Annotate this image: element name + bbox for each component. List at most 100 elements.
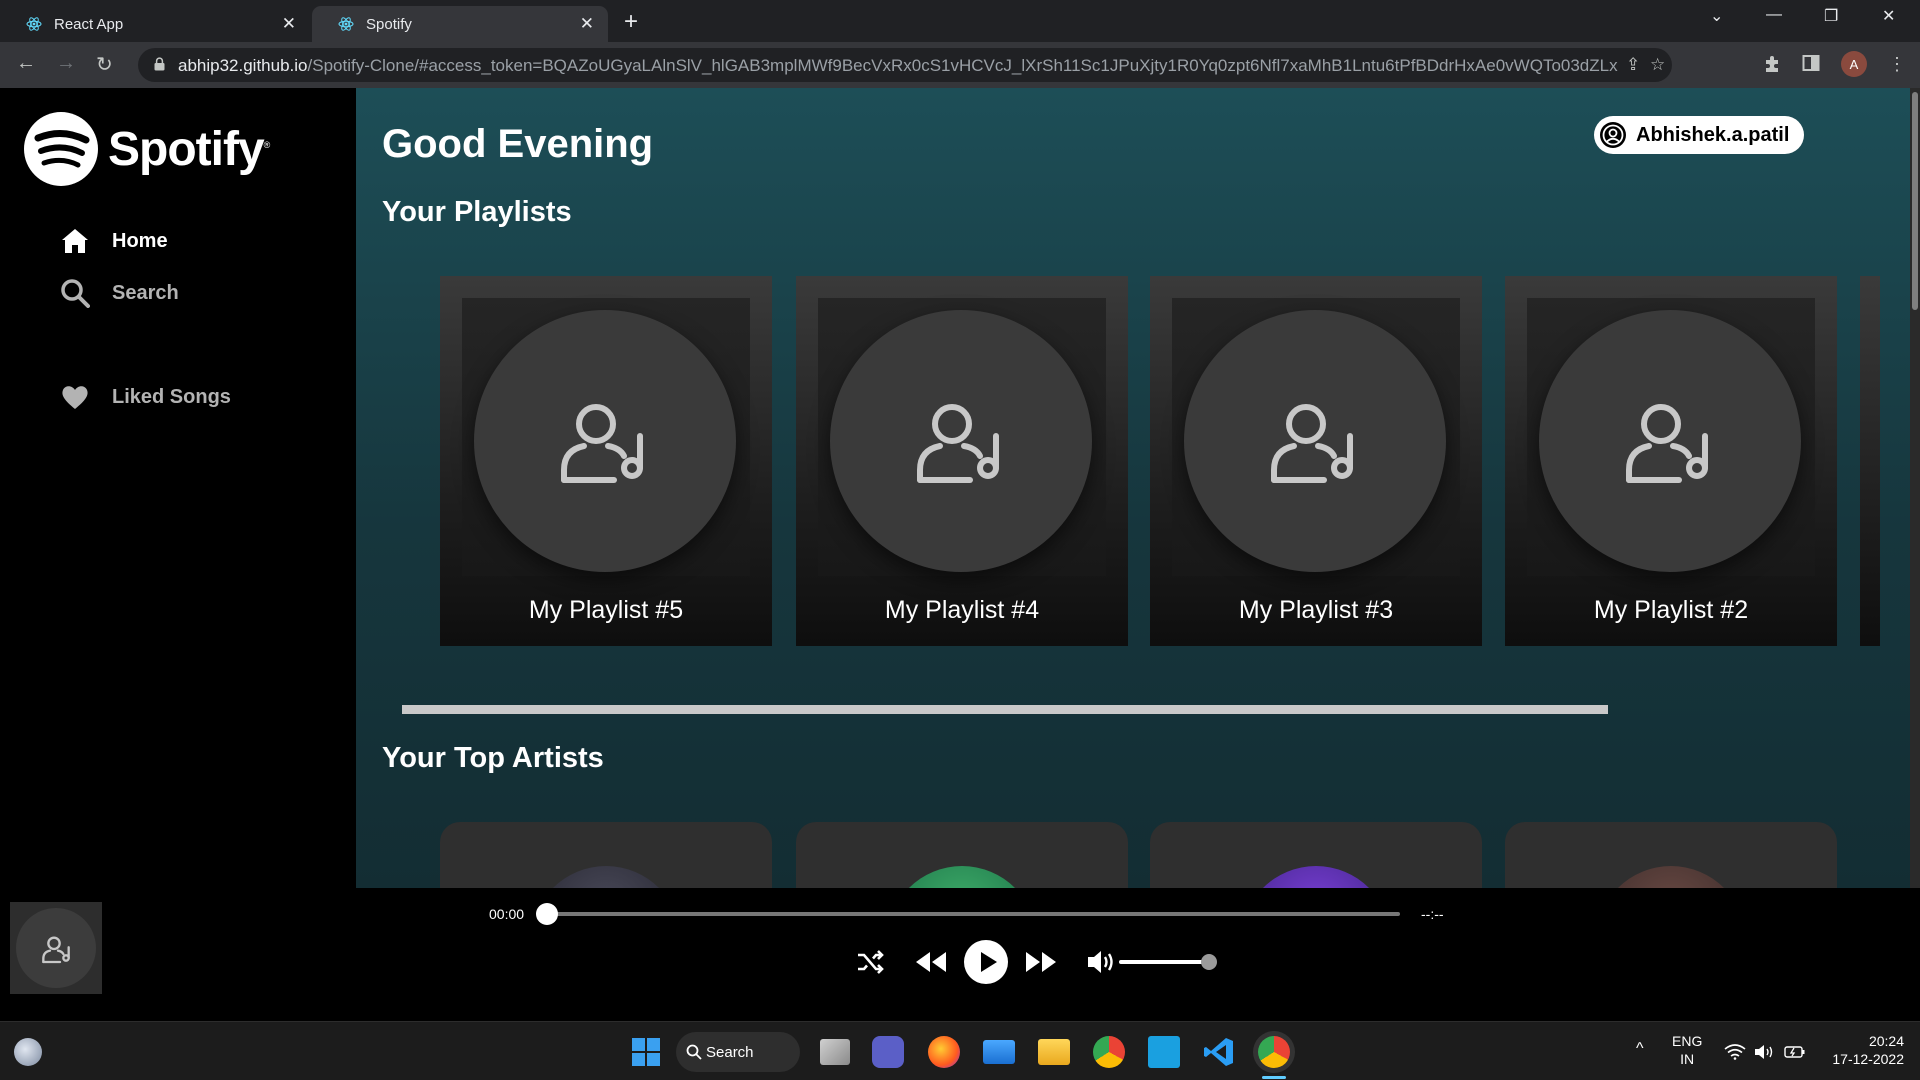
sidebar-item-search[interactable]: Search [60,278,179,308]
tray-chevron-icon[interactable]: ^ [1636,1040,1644,1058]
language-indicator[interactable]: ENG IN [1672,1032,1702,1068]
artist-photo [887,866,1037,888]
current-time: 00:00 [489,906,525,922]
music-user-icon [42,936,70,964]
playlist-card[interactable]: My Playlist #4 [796,276,1128,646]
chrome-profile-icon[interactable] [1258,1036,1290,1068]
play-button[interactable] [964,940,1008,984]
wifi-icon[interactable] [1724,1044,1746,1060]
restore-icon[interactable]: ❐ [1824,6,1838,26]
lock-icon [154,57,165,71]
page-vertical-scrollbar[interactable] [1910,88,1920,888]
page-title: Good Evening [382,122,654,166]
total-time: --:-- [1421,906,1444,922]
back-arrow-icon[interactable]: ← [16,52,36,75]
weather-icon[interactable] [14,1038,42,1066]
playlist-card[interactable]: My Playlist #3 [1150,276,1482,646]
vscode-icon[interactable] [1203,1036,1235,1068]
bookmark-star-icon[interactable]: ☆ [1650,55,1665,75]
windows-start-icon[interactable] [630,1036,662,1068]
volume-knob[interactable] [1201,954,1217,970]
firefox-icon[interactable] [928,1036,960,1068]
progress-knob[interactable] [536,903,558,925]
artist-photo [531,866,681,888]
clock[interactable]: 20:24 17-12-2022 [1824,1032,1904,1068]
now-playing-cover[interactable] [10,902,102,994]
user-avatar-icon [1600,122,1626,148]
profile-avatar[interactable]: A [1841,51,1867,77]
shuffle-icon[interactable] [856,948,884,976]
reload-icon[interactable]: ↻ [96,52,113,77]
playlist-name: My Playlist #5 [528,596,684,624]
tab-react-app[interactable]: React App ✕ [0,6,310,42]
playlist-name: My Playlist #3 [1238,596,1394,624]
artist-card[interactable] [440,822,772,888]
side-panel-icon[interactable] [1802,54,1820,72]
new-tab-button[interactable]: + [624,8,638,36]
playlist-placeholder-disc [474,310,736,572]
sidebar-item-home[interactable]: Home [60,226,168,256]
minimize-icon[interactable]: — [1766,6,1782,24]
tab-search-chevron-icon[interactable]: ⌄ [1710,6,1723,26]
forward-arrow-icon[interactable]: → [56,52,76,75]
tab-title: Spotify [366,15,412,33]
previous-track-icon[interactable] [914,950,948,974]
artist-photo [1241,866,1391,888]
chrome-icon[interactable] [1093,1036,1125,1068]
close-tab-icon[interactable]: ✕ [282,14,296,34]
task-view-icon[interactable] [820,1039,850,1065]
mail-icon[interactable] [983,1040,1015,1064]
scrollbar-thumb[interactable] [1912,92,1918,310]
close-window-icon[interactable]: ✕ [1882,6,1895,26]
volume-slider[interactable] [1119,954,1217,970]
search-icon [686,1044,702,1060]
player-bar: 00:00 --:-- [0,888,1920,1021]
playlist-card[interactable]: My Playlist #5 [440,276,772,646]
playlist-cover [1172,298,1460,576]
battery-icon[interactable] [1784,1044,1806,1060]
playlist-placeholder-disc [1184,310,1446,572]
more-menu-icon[interactable]: ⋮ [1888,54,1906,75]
playlists-horizontal-scrollbar[interactable] [402,705,1608,714]
playlist-card[interactable]: My Playlist #2 [1505,276,1837,646]
brand-text: Spotify [108,122,265,176]
teams-chat-icon[interactable] [872,1036,904,1068]
volume-icon[interactable] [1086,948,1116,976]
artist-card[interactable] [1505,822,1837,888]
language-code: ENG [1672,1033,1703,1049]
spotify-logo[interactable]: Spotify® [24,112,271,186]
brand-name: Spotify® [108,122,271,177]
music-user-icon [561,404,643,483]
artist-card[interactable] [1150,822,1482,888]
address-bar: ← → ↻ abhip32.github.io/Spotify-Clone/#a… [0,42,1920,88]
user-profile-button[interactable]: Abhishek.a.patil [1594,116,1804,154]
taskbar-search-button[interactable]: Search [676,1032,800,1072]
playlist-cover [1527,298,1815,576]
brand-mark: ® [263,139,271,150]
music-user-icon [917,404,999,483]
url-field[interactable]: abhip32.github.io/Spotify-Clone/#access_… [138,48,1672,82]
artist-card[interactable] [796,822,1128,888]
tab-spotify[interactable]: Spotify ✕ [312,6,608,42]
now-playing-placeholder-disc [16,908,96,988]
share-icon[interactable]: ⇪ [1626,55,1640,75]
next-track-icon[interactable] [1024,950,1058,974]
playlist-placeholder-disc [1539,310,1801,572]
sidebar-item-liked-songs[interactable]: Liked Songs [60,382,231,412]
music-user-icon [1271,404,1353,483]
file-explorer-icon[interactable] [1038,1039,1070,1065]
close-tab-icon[interactable]: ✕ [580,14,594,34]
react-icon [338,17,354,31]
main-content: Good Evening Abhishek.a.patil Your Playl… [356,88,1910,888]
extensions-icon[interactable] [1762,54,1782,74]
playlist-card-partial[interactable] [1860,276,1880,646]
progress-bar[interactable] [536,903,1400,925]
playlist-cover [818,298,1106,576]
l-app-icon[interactable] [1148,1036,1180,1068]
region-code: IN [1680,1051,1695,1067]
speaker-icon[interactable] [1754,1044,1774,1060]
sidebar-item-label: Search [112,281,179,304]
url-path: /Spotify-Clone/#access_token=BQAZoUGyaLA… [307,56,1618,75]
playlist-name: My Playlist #4 [884,596,1040,624]
artist-photo [1596,866,1746,888]
